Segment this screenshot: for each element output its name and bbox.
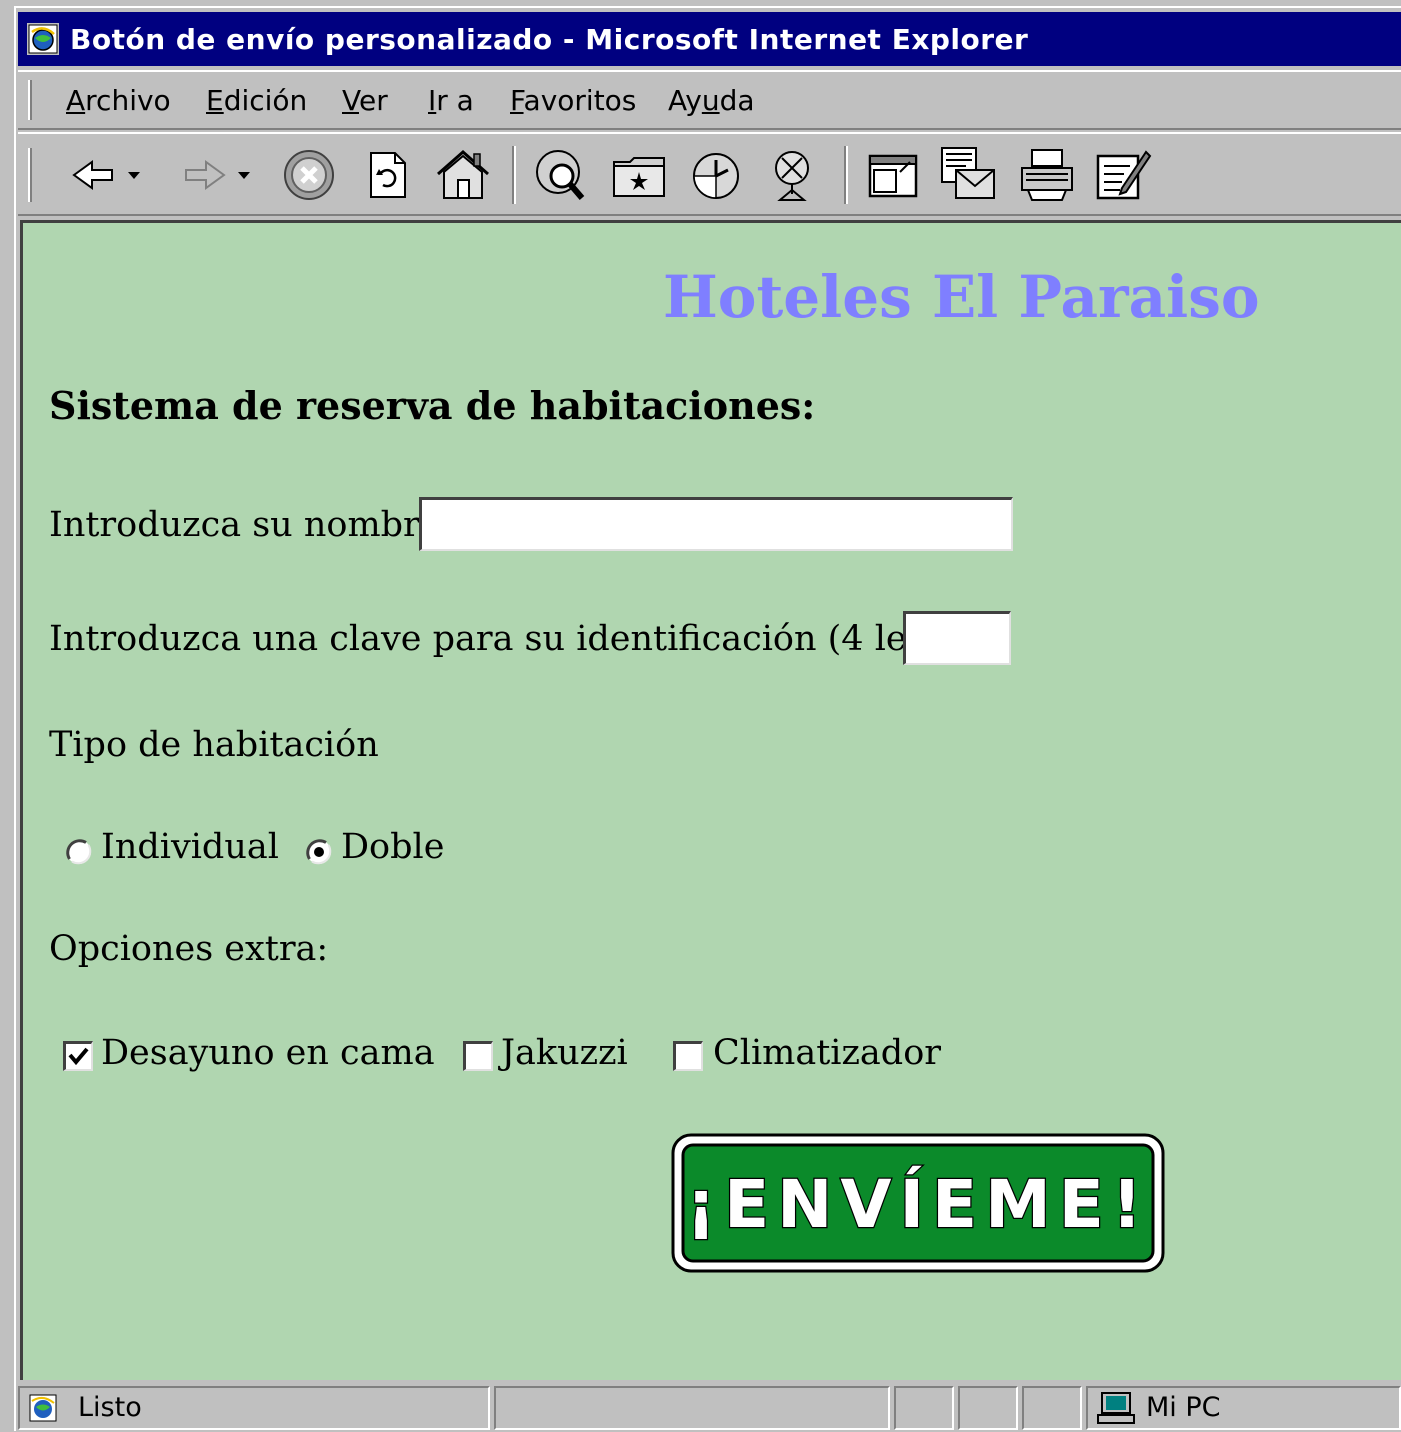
- fullscreen-button[interactable]: [862, 144, 924, 206]
- print-icon: [1021, 149, 1073, 201]
- submit-image-button[interactable]: ¡ENVÍEME!: [671, 1133, 1165, 1273]
- print-button[interactable]: [1016, 144, 1078, 206]
- menu-ayuda[interactable]: Ayuda: [668, 84, 755, 117]
- checkbox-jakuzzi[interactable]: [463, 1041, 493, 1071]
- menu-ver[interactable]: Ver: [342, 84, 388, 117]
- edit-icon: [1096, 150, 1152, 200]
- stop-icon: [284, 150, 334, 200]
- toolbar-grip[interactable]: [28, 148, 32, 202]
- radio-individual[interactable]: [65, 838, 93, 866]
- standard-toolbar: [18, 132, 1401, 216]
- status-text: Listo: [78, 1392, 142, 1423]
- window-title: Botón de envío personalizado - Microsoft…: [70, 22, 1029, 56]
- checkbox-desayuno[interactable]: [63, 1041, 93, 1071]
- key-label: Introduzca una clave para su identificac…: [49, 619, 1002, 659]
- menu-edicion[interactable]: Edición: [206, 84, 307, 117]
- radio-doble[interactable]: [305, 838, 333, 866]
- key-input[interactable]: [903, 611, 1011, 665]
- menu-grip[interactable]: [28, 80, 32, 120]
- edit-button[interactable]: [1092, 144, 1154, 206]
- menu-bar: Archivo Edición Ver Ir a Favoritos Ayuda: [18, 70, 1401, 130]
- refresh-button[interactable]: [356, 144, 418, 206]
- search-button[interactable]: [530, 144, 592, 206]
- status-panel-progress: [494, 1386, 890, 1430]
- home-icon: [437, 150, 489, 199]
- favorites-button[interactable]: [608, 144, 670, 206]
- toolbar-separator: [844, 146, 848, 204]
- checkbox-jakuzzi-label: Jakuzzi: [501, 1033, 628, 1073]
- page-icon: [29, 1394, 57, 1422]
- hotel-heading: Hoteles El Paraiso: [663, 263, 1260, 331]
- status-panel-zone: Mi PC: [1086, 1386, 1401, 1430]
- toolbar-separator: [512, 146, 516, 204]
- checkbox-desayuno-label: Desayuno en cama: [101, 1033, 435, 1073]
- computer-icon: [1097, 1392, 1135, 1424]
- menu-ir-a[interactable]: Ir a: [428, 84, 474, 117]
- section-title: Sistema de reserva de habitaciones:: [49, 383, 816, 428]
- ie-logo-icon: [27, 23, 59, 55]
- name-input[interactable]: [419, 497, 1013, 551]
- submit-button-label: ¡ENVÍEME!: [686, 1165, 1150, 1243]
- status-panel-main: Listo: [18, 1386, 490, 1430]
- menu-favoritos[interactable]: Favoritos: [510, 84, 636, 117]
- status-panel-security: [958, 1386, 1018, 1430]
- radio-individual-label: Individual: [101, 827, 279, 867]
- forward-icon: [185, 160, 250, 190]
- status-bar: Listo Mi PC: [18, 1382, 1401, 1432]
- history-button[interactable]: [684, 144, 746, 206]
- home-button[interactable]: [432, 144, 494, 206]
- back-icon: [72, 160, 140, 190]
- extras-label: Opciones extra:: [49, 929, 329, 969]
- checkmark-icon: [68, 1047, 89, 1066]
- history-icon: [693, 153, 739, 199]
- checkbox-climatizador-label: Climatizador: [713, 1033, 941, 1073]
- mail-button[interactable]: [938, 144, 1000, 206]
- title-bar[interactable]: Botón de envío personalizado - Microsoft…: [18, 12, 1401, 66]
- fullscreen-icon: [868, 154, 918, 198]
- favorites-icon: [613, 157, 665, 197]
- zone-text: Mi PC: [1146, 1392, 1221, 1423]
- refresh-icon: [370, 152, 406, 198]
- menu-archivo[interactable]: Archivo: [66, 84, 171, 117]
- page-content: Hoteles El Paraiso Sistema de reserva de…: [20, 220, 1401, 1380]
- status-panel-offline: [894, 1386, 954, 1430]
- radio-doble-label: Doble: [341, 827, 445, 867]
- mail-icon: [941, 147, 995, 199]
- room-type-label: Tipo de habitación: [49, 725, 379, 765]
- channels-icon: [775, 151, 809, 201]
- back-button[interactable]: [64, 144, 154, 206]
- checkbox-climatizador[interactable]: [673, 1041, 703, 1071]
- forward-button[interactable]: [174, 144, 264, 206]
- status-panel-misc: [1022, 1386, 1082, 1430]
- search-icon: [536, 150, 585, 200]
- stop-button[interactable]: [278, 144, 340, 206]
- channels-button[interactable]: [762, 144, 824, 206]
- name-label: Introduzca su nombre:: [49, 505, 453, 545]
- browser-window: Botón de envío personalizado - Microsoft…: [14, 6, 1401, 1431]
